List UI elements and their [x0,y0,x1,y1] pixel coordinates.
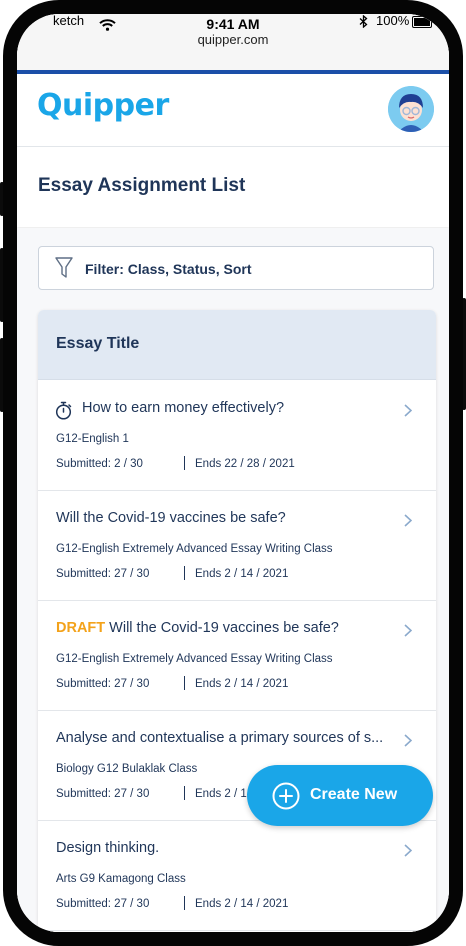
chevron-right-icon [404,404,413,422]
user-avatar[interactable] [388,86,434,132]
battery-icon [412,16,432,28]
essay-submitted: Submitted: 27 / 30 [56,788,150,800]
quipper-logo[interactable]: Quipper [37,88,169,123]
essay-title-text: Analyse and contextualise a primary sour… [56,730,384,746]
essay-submitted: Submitted: 27 / 30 [56,678,150,690]
essay-row[interactable]: How to earn money effectively? G12-Engli… [38,380,436,491]
essay-end-date: Ends 22 / 28 / 2021 [195,458,295,470]
divider [184,786,185,800]
divider [184,566,185,580]
essay-row[interactable]: Will the Covid-19 vaccines be safe? G12-… [38,490,436,601]
list-header: Essay Title [38,310,436,380]
bluetooth-icon [359,14,368,33]
essay-title-text: Design thinking. [56,840,160,856]
essay-class: G12-English Extremely Advanced Essay Wri… [56,653,333,665]
status-bar: ketch 9:41 AM quipper.com 100% [17,14,449,74]
essay-title: Design thinking. [56,840,386,856]
screen: ketch 9:41 AM quipper.com 100% Quipper E [17,14,449,932]
essay-list-card: Essay Title How to earn money effectivel… [38,310,436,932]
battery-percent: 100% [376,14,410,28]
essay-title: Analyse and contextualise a primary sour… [56,730,386,746]
filter-icon [55,257,73,284]
list-header-title: Essay Title [56,335,140,352]
chevron-right-icon [404,624,413,642]
essay-submitted: Submitted: 2 / 30 [56,458,143,470]
filter-button[interactable]: Filter: Class, Status, Sort [38,246,434,290]
phone-frame: ketch 9:41 AM quipper.com 100% Quipper E [3,0,463,946]
draft-badge: DRAFT [56,620,106,636]
essay-class: Biology G12 Bulaklak Class [56,763,198,775]
essay-title: Will the Covid-19 vaccines be safe? [56,510,386,526]
chevron-right-icon [404,514,413,532]
title-bar: Essay Assignment List [17,147,449,227]
essay-row[interactable]: DRAFT Will the Covid-19 vaccines be safe… [38,600,436,711]
create-new-button[interactable]: Create New [247,765,433,826]
essay-title-text: Will the Covid-19 vaccines be safe? [109,620,339,636]
essay-submitted: Submitted: 27 / 30 [56,568,150,580]
essay-title-text: How to earn money effectively? [82,400,285,416]
page-title: Essay Assignment List [38,175,246,196]
app-header: Quipper [17,74,449,147]
divider [184,896,185,910]
essay-end-date: Ends 2 / 14 / 2021 [195,678,289,690]
chevron-right-icon [404,844,413,862]
essay-class: G12-English 1 [56,433,129,445]
url-label[interactable]: quipper.com [17,32,449,47]
plus-circle-icon [272,782,300,815]
essay-title-text: Will the Covid-19 vaccines be safe? [56,510,286,526]
essay-title: DRAFT Will the Covid-19 vaccines be safe… [56,620,386,636]
divider [184,456,185,470]
essay-row[interactable]: Design thinking. Arts G9 Kamagong Class … [38,820,436,931]
essay-end-date: Ends 2 / 14 / 2021 [195,898,289,910]
chevron-right-icon [404,734,413,752]
essay-class: G12-English Extremely Advanced Essay Wri… [56,543,333,555]
essay-class: Arts G9 Kamagong Class [56,873,186,885]
essay-end-date: Ends 2 / 14 / 2021 [195,568,289,580]
essay-title: How to earn money effectively? [82,400,382,416]
stopwatch-icon [55,401,72,425]
essay-submitted: Submitted: 27 / 30 [56,898,150,910]
divider [184,676,185,690]
filter-label: Filter: Class, Status, Sort [85,261,252,277]
create-new-label: Create New [310,786,398,803]
